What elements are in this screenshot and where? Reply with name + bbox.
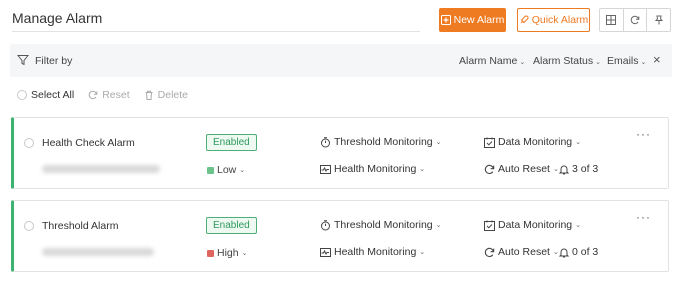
alarm-status-filter-label: Alarm Status: [533, 55, 594, 67]
calendar-check-icon: [484, 137, 495, 148]
monitor-type-label: Threshold Monitoring: [334, 219, 433, 231]
health-label: Health Monitoring: [334, 163, 417, 175]
chevron-down-icon: ⌄: [241, 250, 248, 257]
data-monitoring-dropdown[interactable]: Data Monitoring ⌄: [484, 219, 581, 231]
filter-icon: [17, 54, 29, 66]
reset-icon: [484, 247, 495, 258]
redacted-email: [42, 248, 154, 256]
quick-alarm-button[interactable]: Quick Alarm: [517, 8, 590, 32]
emails-filter[interactable]: Emails ⌄: [607, 55, 646, 67]
refresh-icon: [630, 15, 640, 25]
severity-swatch: [207, 166, 214, 174]
select-all-radio[interactable]: [17, 90, 27, 100]
alarm-select-radio[interactable]: [24, 221, 34, 231]
close-filter-icon[interactable]: ×: [653, 52, 661, 67]
health-monitoring-dropdown[interactable]: Health Monitoring ⌄: [320, 163, 425, 175]
chevron-down-icon: ⌄: [419, 166, 426, 173]
grid-icon: [606, 15, 617, 25]
alarm-status-filter[interactable]: Alarm Status ⌄: [533, 55, 601, 67]
threshold-monitoring-dropdown[interactable]: Threshold Monitoring ⌄: [320, 219, 442, 231]
severity-label: Low: [217, 164, 237, 176]
grid-view-button[interactable]: [600, 9, 623, 31]
reset-icon: [88, 90, 98, 100]
select-all-checkbox[interactable]: Select All: [17, 89, 74, 101]
pulse-icon: [320, 164, 331, 175]
pulse-icon: [320, 247, 331, 258]
reset-label: Auto Reset: [498, 246, 550, 258]
select-all-label: Select All: [31, 89, 75, 101]
chevron-down-icon: ⌄: [552, 249, 559, 256]
severity-swatch: [207, 249, 214, 257]
count-label: 0 of 3: [572, 246, 599, 258]
alarm-card[interactable]: Threshold Alarm Enabled High ⌄ Threshold…: [11, 200, 669, 272]
reset-button[interactable]: Reset: [88, 89, 130, 101]
alarm-select-radio[interactable]: [24, 138, 34, 148]
auto-reset-dropdown[interactable]: Auto Reset ⌄: [484, 246, 559, 258]
more-options-icon[interactable]: ···: [636, 210, 651, 224]
chevron-down-icon: ⌄: [640, 59, 647, 66]
view-toolbar: [599, 8, 671, 32]
chevron-down-icon: ⌄: [552, 166, 559, 173]
pin-button[interactable]: [646, 9, 670, 31]
bell-icon: [559, 164, 569, 175]
calendar-check-icon: [484, 220, 495, 231]
reset-label: Reset: [102, 89, 130, 101]
data-monitoring-dropdown[interactable]: Data Monitoring ⌄: [484, 136, 581, 148]
auto-reset-dropdown[interactable]: Auto Reset ⌄: [484, 163, 559, 175]
status-badge: Enabled: [206, 217, 257, 234]
alarm-name-filter[interactable]: Alarm Name ⌄: [459, 55, 525, 67]
chevron-down-icon: ⌄: [575, 139, 581, 146]
plus-box-icon: [440, 15, 451, 25]
reset-label: Auto Reset: [498, 163, 550, 175]
severity-dropdown[interactable]: Low ⌄: [207, 164, 245, 176]
status-badge: Enabled: [206, 134, 257, 151]
chevron-down-icon: ⌄: [595, 59, 601, 66]
chevron-down-icon: ⌄: [435, 139, 442, 146]
health-monitoring-dropdown[interactable]: Health Monitoring ⌄: [320, 246, 425, 258]
new-alarm-label: New Alarm: [453, 14, 505, 26]
rocket-icon: [519, 15, 529, 25]
count-label: 3 of 3: [572, 163, 599, 175]
refresh-button[interactable]: [622, 9, 647, 31]
reset-icon: [484, 164, 495, 175]
delete-label: Delete: [157, 89, 188, 101]
alarm-name-filter-label: Alarm Name: [459, 55, 518, 67]
pin-icon: [654, 15, 664, 25]
new-alarm-button[interactable]: New Alarm: [439, 8, 506, 32]
chevron-down-icon: ⌄: [435, 222, 442, 229]
severity-label: High: [217, 247, 239, 259]
data-label: Data Monitoring: [498, 219, 573, 231]
health-label: Health Monitoring: [334, 246, 417, 258]
data-label: Data Monitoring: [498, 136, 573, 148]
severity-dropdown[interactable]: High ⌄: [207, 247, 247, 259]
filter-label: Filter by: [35, 55, 73, 67]
notification-count: 3 of 3: [559, 163, 598, 175]
emails-filter-label: Emails: [607, 55, 639, 67]
header: Manage Alarm New Alarm Quick Alarm: [0, 0, 682, 36]
bulk-actions: Select All Reset Delete: [17, 88, 202, 102]
chevron-down-icon: ⌄: [575, 222, 581, 229]
threshold-monitoring-dropdown[interactable]: Threshold Monitoring ⌄: [320, 136, 442, 148]
stopwatch-icon: [320, 219, 331, 231]
quick-alarm-label: Quick Alarm: [531, 14, 589, 26]
notification-count: 0 of 3: [559, 246, 598, 258]
title-divider: [12, 31, 420, 32]
redacted-email: [42, 165, 160, 173]
chevron-down-icon: ⌄: [239, 167, 246, 174]
alarm-name[interactable]: Threshold Alarm: [42, 220, 118, 232]
chevron-down-icon: ⌄: [419, 249, 426, 256]
more-options-icon[interactable]: ···: [636, 127, 651, 141]
stopwatch-icon: [320, 136, 331, 148]
page-title: Manage Alarm: [12, 10, 103, 26]
alarm-name[interactable]: Health Check Alarm: [42, 137, 135, 149]
trash-icon: [144, 90, 154, 100]
filter-bar: Filter by Alarm Name ⌄ Alarm Status ⌄ Emai…: [10, 44, 672, 77]
monitor-type-label: Threshold Monitoring: [334, 136, 433, 148]
delete-button[interactable]: Delete: [144, 89, 188, 101]
chevron-down-icon: ⌄: [519, 59, 526, 66]
alarm-card[interactable]: Health Check Alarm Enabled Low ⌄ Thresho…: [11, 117, 669, 189]
bell-icon: [559, 247, 569, 258]
